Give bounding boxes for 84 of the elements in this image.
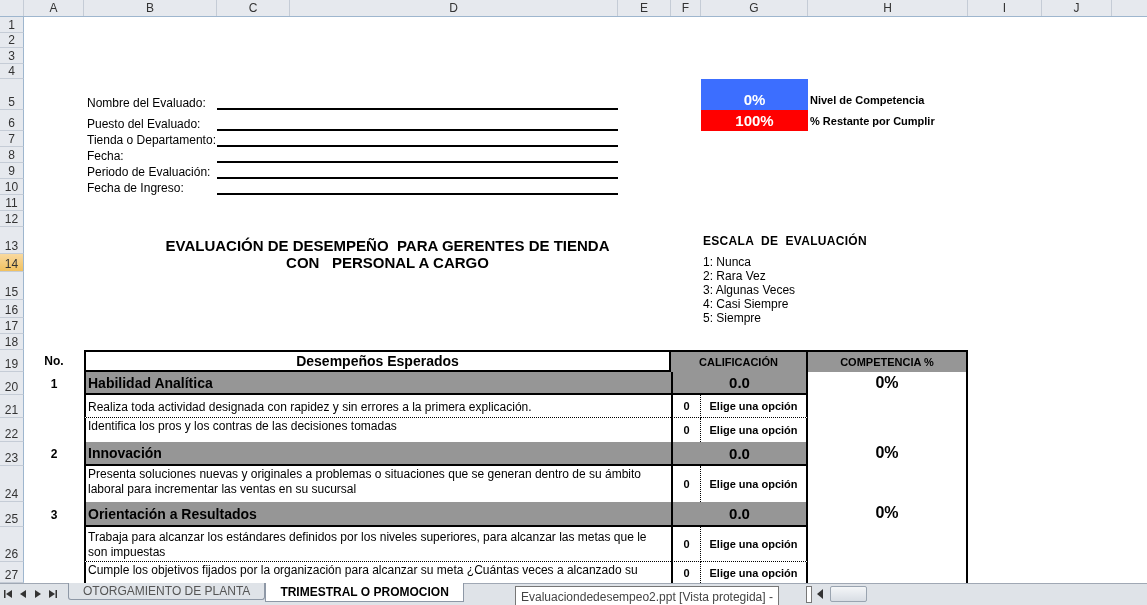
row-number[interactable]: 12: [0, 211, 24, 227]
section-score: 0.0: [671, 442, 808, 466]
row-number[interactable]: 13: [0, 227, 24, 254]
row-number[interactable]: 24: [0, 466, 24, 502]
field-label: Fecha:: [86, 148, 125, 163]
last-sheet-icon[interactable]: [47, 588, 59, 600]
column-letter[interactable]: F: [671, 0, 701, 16]
field-label: Tienda o Departamento:: [86, 132, 217, 147]
row-number[interactable]: 6: [0, 110, 24, 131]
sheet-tab[interactable]: OTORGAMIENTO DE PLANTA: [68, 583, 266, 600]
criterion-text: Realiza toda actividad designada con rapidez y sin errores a la primera explicación.: [84, 395, 671, 418]
row-number[interactable]: 10: [0, 179, 24, 195]
percent-indicator: 0%: [701, 79, 808, 110]
row-number[interactable]: 1: [0, 17, 24, 33]
column-letter[interactable]: D: [290, 0, 618, 16]
section-score: 0.0: [671, 502, 808, 527]
row-number[interactable]: 20: [0, 372, 24, 395]
sheet-tab[interactable]: TRIMESTRAL O PROMOCION: [265, 583, 464, 602]
row-number[interactable]: 2: [0, 33, 24, 48]
scale-title: ESCALA DE EVALUACIÓN: [702, 232, 868, 250]
row-number[interactable]: 14: [0, 254, 24, 272]
score-cell: 0: [671, 395, 701, 418]
column-letter[interactable]: C: [217, 0, 290, 16]
taskbar-tooltip: Evaluaciondedesempeo2.ppt [Vista protegida] -: [515, 586, 779, 605]
section-score: 0.0: [671, 372, 808, 395]
column-letter[interactable]: I: [968, 0, 1042, 16]
row-number[interactable]: 17: [0, 318, 24, 334]
first-sheet-icon[interactable]: [2, 588, 14, 600]
section-title: Habilidad Analítica: [84, 372, 671, 395]
column-header: COMPETENCIA %: [808, 350, 968, 372]
row-number[interactable]: 26: [0, 527, 24, 562]
scroll-left-icon[interactable]: [815, 588, 825, 600]
column-letter[interactable]: E: [618, 0, 671, 16]
scale-item: 5: Siempre: [703, 311, 763, 325]
criterion-text: Trabaja para alcanzar los estándares definidos por los niveles superiores, para alcanzar las metas que le son impuestas: [84, 527, 671, 562]
column-letter[interactable]: J: [1042, 0, 1112, 16]
section-number: 1: [49, 375, 59, 393]
row-number[interactable]: 21: [0, 395, 24, 418]
competence-percent: 0%: [808, 442, 968, 502]
row-number[interactable]: 15: [0, 272, 24, 300]
competence-percent: 0%: [808, 372, 968, 442]
scale-item: 2: Rara Vez: [703, 269, 767, 283]
scrollbar-thumb[interactable]: [830, 586, 867, 602]
form-title: EVALUACIÓN DE DESEMPEÑO PARA GERENTES DE TIENDA: [164, 236, 611, 254]
row-number[interactable]: 19: [0, 350, 24, 372]
row-number[interactable]: 11: [0, 195, 24, 211]
row-number[interactable]: 3: [0, 48, 24, 64]
section-title: Innovación: [84, 442, 671, 466]
section-number: 3: [49, 506, 59, 524]
column-header: No.: [43, 353, 65, 370]
form-title: CON PERSONAL A CARGO: [285, 254, 490, 272]
row-number[interactable]: 27: [0, 562, 24, 583]
field-label: Periodo de Evaluación:: [86, 164, 212, 179]
tab-splitter[interactable]: [806, 586, 812, 603]
row-number[interactable]: 22: [0, 418, 24, 442]
scale-item: 4: Casi Siempre: [703, 297, 790, 311]
row-number[interactable]: 9: [0, 163, 24, 179]
row-number[interactable]: 4: [0, 64, 24, 79]
row-number[interactable]: 16: [0, 300, 24, 318]
column-letter[interactable]: A: [24, 0, 84, 16]
column-letter[interactable]: G: [701, 0, 808, 16]
percent-indicator: 100%: [701, 110, 808, 131]
field-label: Nombre del Evaluado:: [86, 95, 207, 110]
column-header: CALIFICACIÓN: [671, 350, 808, 372]
row-number[interactable]: 8: [0, 147, 24, 163]
field-label: Puesto del Evaluado:: [86, 116, 202, 131]
section-title: Orientación a Resultados: [84, 502, 671, 527]
scale-item: 1: Nunca: [703, 255, 753, 269]
column-header: Desempeños Esperados: [84, 350, 671, 372]
row-number[interactable]: 23: [0, 442, 24, 466]
indicator-label: % Restante por Cumplir: [809, 114, 936, 129]
row-number[interactable]: 18: [0, 334, 24, 350]
option-dropdown[interactable]: Elige una opción: [701, 395, 808, 418]
field-label: Fecha de Ingreso:: [86, 180, 185, 195]
section-number: 2: [49, 446, 59, 463]
scale-item: 3: Algunas Veces: [703, 283, 797, 297]
indicator-label: Nivel de Competencia: [809, 93, 926, 108]
row-number[interactable]: 5: [0, 79, 24, 110]
column-letter[interactable]: B: [84, 0, 217, 16]
row-number[interactable]: 25: [0, 502, 24, 527]
row-number[interactable]: 7: [0, 131, 24, 147]
column-letter[interactable]: H: [808, 0, 968, 16]
option-dropdown[interactable]: Elige una opción: [701, 527, 808, 562]
score-cell: 0: [671, 527, 701, 562]
